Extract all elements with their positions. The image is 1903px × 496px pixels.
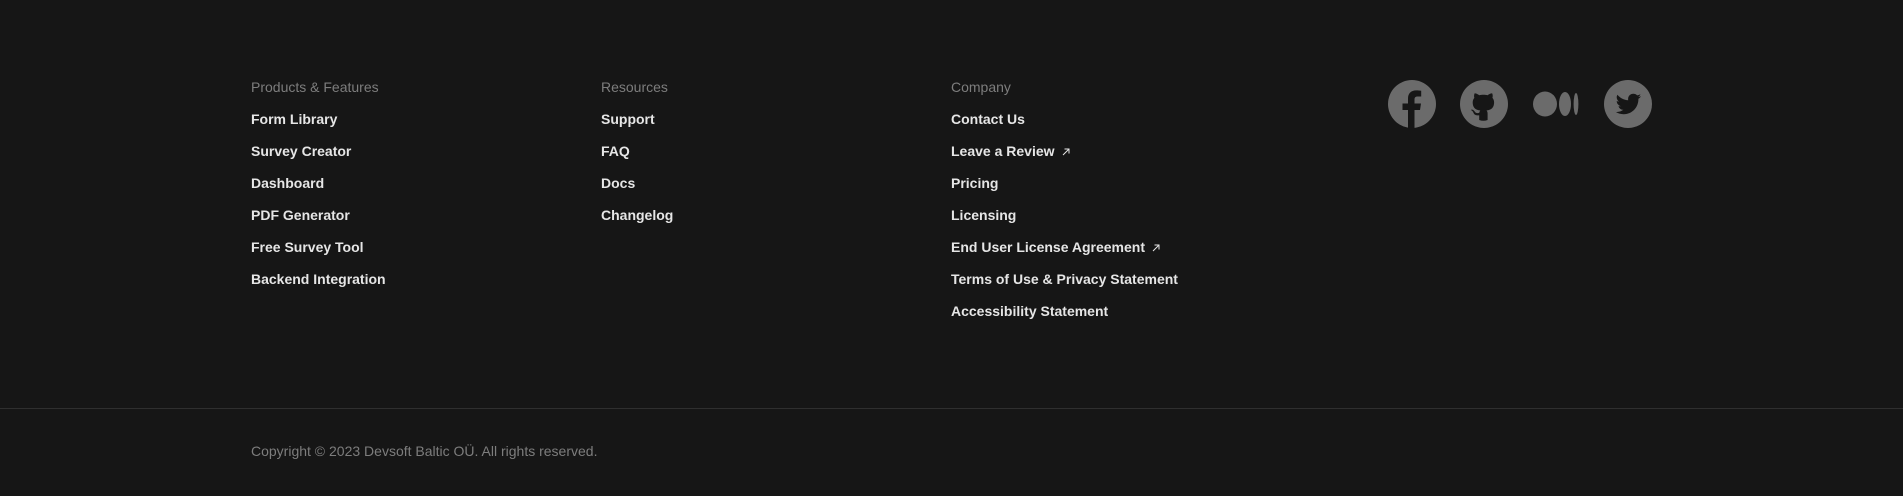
facebook-link[interactable]: [1388, 80, 1436, 128]
footer-column-resources: Resources Support FAQ Docs Changelog: [601, 78, 673, 238]
products-link-list: Form Library Survey Creator Dashboard PD…: [251, 110, 386, 302]
footer-link-form-library[interactable]: Form Library: [251, 110, 337, 128]
github-icon: [1460, 80, 1508, 128]
medium-icon: [1533, 91, 1579, 117]
footer-column-products: Products & Features Form Library Survey …: [251, 78, 386, 302]
footer-link-licensing[interactable]: Licensing: [951, 206, 1016, 224]
footer-link-accessibility[interactable]: Accessibility Statement: [951, 302, 1108, 320]
footer-link-faq[interactable]: FAQ: [601, 142, 630, 160]
footer-link-backend-integration[interactable]: Backend Integration: [251, 270, 386, 288]
link-label: End User License Agreement: [951, 239, 1145, 255]
link-label: Leave a Review: [951, 143, 1055, 159]
footer-link-eula[interactable]: End User License Agreement: [951, 238, 1161, 256]
external-link-icon: [1062, 148, 1070, 156]
footer-link-survey-creator[interactable]: Survey Creator: [251, 142, 351, 160]
column-heading-resources: Resources: [601, 79, 668, 95]
footer-link-pdf-generator[interactable]: PDF Generator: [251, 206, 350, 224]
footer-link-terms-privacy[interactable]: Terms of Use & Privacy Statement: [951, 270, 1178, 288]
footer-link-free-survey-tool[interactable]: Free Survey Tool: [251, 238, 364, 256]
footer-link-support[interactable]: Support: [601, 110, 655, 128]
link-label: Terms of Use & Privacy Statement: [951, 271, 1178, 287]
github-link[interactable]: [1460, 80, 1508, 128]
footer-link-contact-us[interactable]: Contact Us: [951, 110, 1025, 128]
link-label: Licensing: [951, 207, 1017, 223]
company-link-list: Contact Us Leave a Review Pricing Licens…: [951, 110, 1178, 334]
link-label: Pricing: [951, 175, 999, 191]
footer-divider: [0, 408, 1903, 409]
site-footer: Products & Features Form Library Survey …: [0, 0, 1903, 496]
column-heading-company: Company: [951, 79, 1011, 95]
footer-link-dashboard[interactable]: Dashboard: [251, 174, 324, 192]
medium-link[interactable]: [1532, 80, 1580, 128]
twitter-icon: [1604, 80, 1652, 128]
resources-link-list: Support FAQ Docs Changelog: [601, 110, 673, 238]
footer-link-pricing[interactable]: Pricing: [951, 174, 998, 192]
column-heading-products: Products & Features: [251, 79, 379, 95]
twitter-link[interactable]: [1604, 80, 1652, 128]
footer-link-docs[interactable]: Docs: [601, 174, 635, 192]
facebook-icon: [1388, 80, 1436, 128]
link-label: Contact Us: [951, 111, 1025, 127]
footer-column-company: Company Contact Us Leave a Review Pricin…: [951, 78, 1178, 334]
social-links: [1388, 80, 1652, 128]
footer-link-changelog[interactable]: Changelog: [601, 206, 673, 224]
external-link-icon: [1152, 244, 1160, 252]
footer-link-leave-a-review[interactable]: Leave a Review: [951, 142, 1071, 160]
copyright-text: Copyright © 2023 Devsoft Baltic OÜ. All …: [251, 443, 598, 459]
link-label: Accessibility Statement: [951, 303, 1109, 319]
